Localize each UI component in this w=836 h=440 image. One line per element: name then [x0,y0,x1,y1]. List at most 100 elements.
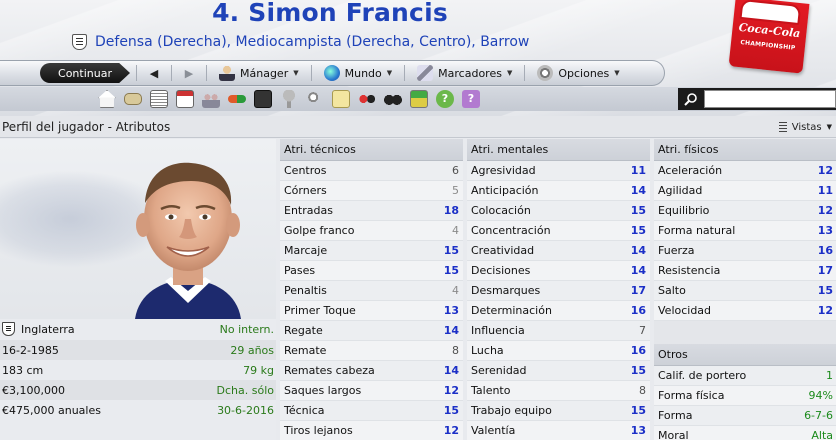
toolbar-divider [524,65,526,81]
attribute-row[interactable]: Salto 15 [654,281,836,301]
attribute-name: Primer Toque [284,304,356,317]
search-icon[interactable] [678,88,704,110]
back-arrow-icon[interactable]: ◀ [143,63,165,83]
training-icon[interactable] [358,90,376,108]
views-menu-button[interactable]: Vistas ▼ [778,119,832,135]
wage: €475,000 anuales [2,403,101,417]
finance-icon[interactable] [410,90,428,108]
toolbar-divider [171,65,172,81]
scores-menu-label: Marcadores [438,66,502,80]
forward-arrow-icon[interactable]: ▶ [178,63,200,83]
attribute-row[interactable]: Remates cabeza 14 [280,361,463,381]
binoculars-icon[interactable] [384,90,402,108]
attribute-row[interactable]: Forma natural 13 [654,221,836,241]
attribute-value: 12 [817,164,833,177]
home-icon[interactable] [98,90,116,108]
attribute-value: 15 [443,404,459,417]
faq-icon[interactable]: ? [462,90,480,108]
attribute-row[interactable]: Centros 6 [280,161,463,181]
attribute-row[interactable]: Marcaje 15 [280,241,463,261]
club-badge-icon[interactable] [72,34,87,50]
attribute-row[interactable]: Creatividad 14 [467,241,650,261]
competition-logo: Coca-Cola CHAMPIONSHIP [722,0,836,74]
attribute-name: Resistencia [658,264,721,277]
help-icon[interactable]: ? [436,90,454,108]
document-icon[interactable] [150,90,168,108]
attribute-value: 8 [452,344,459,357]
tactics-icon[interactable] [254,90,272,108]
transfer-icon[interactable] [228,95,246,103]
attribute-value: 18 [443,204,459,217]
attribute-value: 15 [630,364,646,377]
attribute-row[interactable]: Saques largos 12 [280,381,463,401]
wallet-icon[interactable] [124,93,142,105]
attribute-row[interactable]: Entradas 18 [280,201,463,221]
attribute-row[interactable]: Primer Toque 13 [280,301,463,321]
nationality[interactable]: Inglaterra [21,323,75,336]
attribute-row[interactable]: Forma física 94% [654,386,836,406]
scores-menu[interactable]: Marcadores ▼ [411,63,518,83]
squad-icon[interactable] [202,90,220,108]
nationality-row: Inglaterra No intern. [0,319,276,339]
attribute-row[interactable]: Pases 15 [280,261,463,281]
attribute-row[interactable]: Técnica 15 [280,401,463,421]
attribute-name: Desmarques [471,284,541,297]
attribute-row[interactable]: Colocación 15 [467,201,650,221]
toolbar-divider [136,65,137,81]
manager-menu[interactable]: Mánager ▼ [213,63,305,83]
attribute-row[interactable]: Fuerza 16 [654,241,836,261]
attribute-row[interactable]: Forma 6-7-6 [654,406,836,426]
main-toolbar: Continuar ◀ ▶ Mánager ▼ Mundo ▼ Marcador… [0,60,665,86]
attribute-row[interactable]: Agresividad 11 [467,161,650,181]
notes-icon[interactable] [332,90,350,108]
attribute-row[interactable]: Córners 5 [280,181,463,201]
attribute-name: Concentración [471,224,551,237]
attribute-row[interactable]: Resistencia 17 [654,261,836,281]
attribute-row[interactable]: Serenidad 15 [467,361,650,381]
attribute-row[interactable]: Moral Alta [654,426,836,440]
search-input[interactable] [704,90,836,108]
attribute-row[interactable]: Regate 14 [280,321,463,341]
attribute-row[interactable]: Velocidad 12 [654,301,836,321]
attribute-row[interactable]: Desmarques 17 [467,281,650,301]
attribute-value: Alta [811,429,833,440]
attribute-value: 15 [630,224,646,237]
calendar-icon[interactable] [176,90,194,108]
attribute-row[interactable]: Remate 8 [280,341,463,361]
world-menu[interactable]: Mundo ▼ [318,63,399,83]
views-label: Vistas [791,121,822,133]
attribute-row[interactable]: Penaltis 4 [280,281,463,301]
trophy-icon[interactable] [280,90,298,108]
attribute-name: Anticipación [471,184,539,197]
attribute-row[interactable]: Influencia 7 [467,321,650,341]
attribute-row[interactable]: Determinación 16 [467,301,650,321]
continue-button[interactable]: Continuar [40,63,130,83]
attribute-name: Pases [284,264,316,277]
player-positions[interactable]: Defensa (Derecha), Mediocampista (Derech… [95,34,529,50]
attribute-row[interactable]: Trabajo equipo 15 [467,401,650,421]
attribute-name: Marcaje [284,244,328,257]
section-header: Perfil del jugador - Atributos Vistas ▼ [0,116,836,138]
attribute-row[interactable]: Valentía 13 [467,421,650,440]
attribute-row[interactable]: Talento 8 [467,381,650,401]
attribute-row[interactable]: Concentración 15 [467,221,650,241]
attribute-value: 17 [630,284,646,297]
attribute-row[interactable]: Lucha 16 [467,341,650,361]
attribute-value: 5 [452,184,459,197]
attribute-row[interactable]: Tiros lejanos 12 [280,421,463,440]
player-subtitle-row: Defensa (Derecha), Mediocampista (Derech… [72,32,529,52]
attribute-row[interactable]: Decisiones 14 [467,261,650,281]
scout-icon[interactable] [306,90,324,108]
attribute-row[interactable]: Equilibrio 12 [654,201,836,221]
attribute-name: Agilidad [658,184,703,197]
attribute-row[interactable]: Agilidad 11 [654,181,836,201]
attribute-row[interactable]: Golpe franco 4 [280,221,463,241]
attribute-value: 1 [826,369,833,382]
others-list: Calif. de portero 1 Forma física 94% Forma… [654,366,836,440]
attribute-row[interactable]: Calif. de portero 1 [654,366,836,386]
attribute-row[interactable]: Anticipación 14 [467,181,650,201]
attribute-name: Aceleración [658,164,723,177]
preferred-foot: Dcha. sólo [216,383,274,397]
options-menu[interactable]: Opciones ▼ [531,63,625,83]
attribute-row[interactable]: Aceleración 12 [654,161,836,181]
